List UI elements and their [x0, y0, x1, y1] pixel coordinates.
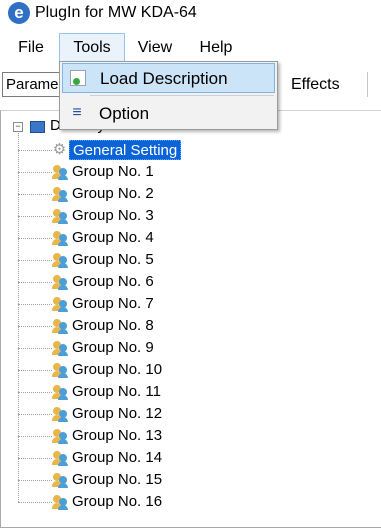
- tree-connector: [18, 458, 52, 459]
- option-icon: ≡: [72, 104, 82, 121]
- group-users-icon: [52, 384, 68, 400]
- tree-connector: [18, 150, 52, 151]
- tree-connector: [18, 480, 52, 481]
- group-users-icon: [52, 230, 68, 246]
- menu-item-load-description[interactable]: Load Description: [62, 63, 275, 93]
- group-users-icon: [52, 186, 68, 202]
- group-users-icon: [52, 362, 68, 378]
- group-users-icon: [52, 450, 68, 466]
- tree-item-group[interactable]: Group No. 15: [0, 469, 381, 491]
- tree-connector: [18, 304, 52, 305]
- tree-item-group[interactable]: Group No. 16: [0, 491, 381, 513]
- tab-parameters[interactable]: Parame: [2, 72, 64, 97]
- tree-item-group[interactable]: Group No. 2: [0, 183, 381, 205]
- menu-separator: [90, 95, 274, 96]
- tree-item-label[interactable]: Group No. 7: [72, 294, 154, 314]
- tree-item-label[interactable]: Group No. 9: [72, 338, 154, 358]
- system-folder-icon: [30, 121, 45, 133]
- tree-item-label[interactable]: Group No. 14: [72, 448, 162, 468]
- group-users-icon: [52, 318, 68, 334]
- tree-connector: [18, 414, 52, 415]
- group-users-icon: [52, 428, 68, 444]
- tree-item-label[interactable]: Group No. 15: [72, 470, 162, 490]
- group-users-icon: [52, 164, 68, 180]
- group-users-icon: [52, 252, 68, 268]
- menu-tools[interactable]: Tools: [59, 33, 125, 63]
- tree-item-group[interactable]: Group No. 1: [0, 161, 381, 183]
- menu-item-label: Option: [99, 104, 150, 123]
- tree-item-general-setting[interactable]: ⚙ General Setting: [0, 139, 381, 161]
- tree-connector: [18, 392, 52, 393]
- tree-item-label[interactable]: Group No. 8: [72, 316, 154, 336]
- load-description-icon: [70, 70, 86, 86]
- group-users-icon: [52, 296, 68, 312]
- tree-item-label[interactable]: Group No. 10: [72, 360, 162, 380]
- app-icon: e: [8, 2, 30, 24]
- tree-item-label[interactable]: Group No. 6: [72, 272, 154, 292]
- tree-item-group[interactable]: Group No. 7: [0, 293, 381, 315]
- tree-connector: [18, 172, 52, 173]
- group-users-icon: [52, 472, 68, 488]
- tree-item-group[interactable]: Group No. 9: [0, 337, 381, 359]
- window-title: PlugIn for MW KDA-64: [35, 4, 197, 21]
- group-users-icon: [52, 274, 68, 290]
- collapse-toggle-icon[interactable]: −: [13, 122, 23, 132]
- tree-item-group[interactable]: Group No. 14: [0, 447, 381, 469]
- title-bar: e PlugIn for MW KDA-64: [0, 0, 381, 30]
- menu-item-label: Load Description: [100, 69, 228, 88]
- tree-item-group[interactable]: Group No. 5: [0, 249, 381, 271]
- tree-item-group[interactable]: Group No. 13: [0, 425, 381, 447]
- tree-item-label[interactable]: Group No. 16: [72, 492, 162, 512]
- tree-connector: [18, 216, 52, 217]
- tree-connector: [18, 436, 52, 437]
- tree-item-group[interactable]: Group No. 3: [0, 205, 381, 227]
- group-users-icon: [52, 340, 68, 356]
- menu-file[interactable]: File: [8, 33, 54, 63]
- gear-icon: ⚙: [52, 141, 67, 158]
- tab-divider: [367, 72, 368, 97]
- tree-item-group[interactable]: Group No. 8: [0, 315, 381, 337]
- tree-item-group[interactable]: Group No. 11: [0, 381, 381, 403]
- tree-item-label[interactable]: Group No. 11: [72, 382, 161, 402]
- tree-connector: [18, 238, 52, 239]
- tree-connector: [18, 326, 52, 327]
- tree-connector: [18, 282, 52, 283]
- tree-connector: [18, 348, 52, 349]
- tree-item-label[interactable]: Group No. 5: [72, 250, 154, 270]
- tree-item-group[interactable]: Group No. 4: [0, 227, 381, 249]
- tree-connector: [18, 370, 52, 371]
- tree-item-label[interactable]: Group No. 2: [72, 184, 154, 204]
- group-users-icon: [52, 494, 68, 510]
- tree-item-group[interactable]: Group No. 12: [0, 403, 381, 425]
- tree-item-label[interactable]: General Setting: [69, 140, 182, 160]
- tree-connector: [18, 260, 52, 261]
- tree-item-label[interactable]: Group No. 1: [72, 162, 154, 182]
- tree-item-label[interactable]: Group No. 12: [72, 404, 162, 424]
- menu-help[interactable]: Help: [188, 33, 244, 63]
- tree-item-label[interactable]: Group No. 13: [72, 426, 162, 446]
- tree-item-group[interactable]: Group No. 6: [0, 271, 381, 293]
- tree-connector: [18, 194, 52, 195]
- tools-dropdown-menu: Load Description ≡ Option: [59, 61, 278, 130]
- tree-item-label[interactable]: Group No. 3: [72, 206, 154, 226]
- menu-bar: File Tools View Help: [0, 33, 381, 63]
- tree-item-group[interactable]: Group No. 10: [0, 359, 381, 381]
- menu-view[interactable]: View: [128, 33, 182, 63]
- menu-item-option[interactable]: ≡ Option: [62, 99, 275, 129]
- group-users-icon: [52, 208, 68, 224]
- tree-connector: [18, 502, 52, 503]
- tab-effects[interactable]: Effects: [280, 72, 360, 97]
- tree-item-label[interactable]: Group No. 4: [72, 228, 154, 248]
- group-users-icon: [52, 406, 68, 422]
